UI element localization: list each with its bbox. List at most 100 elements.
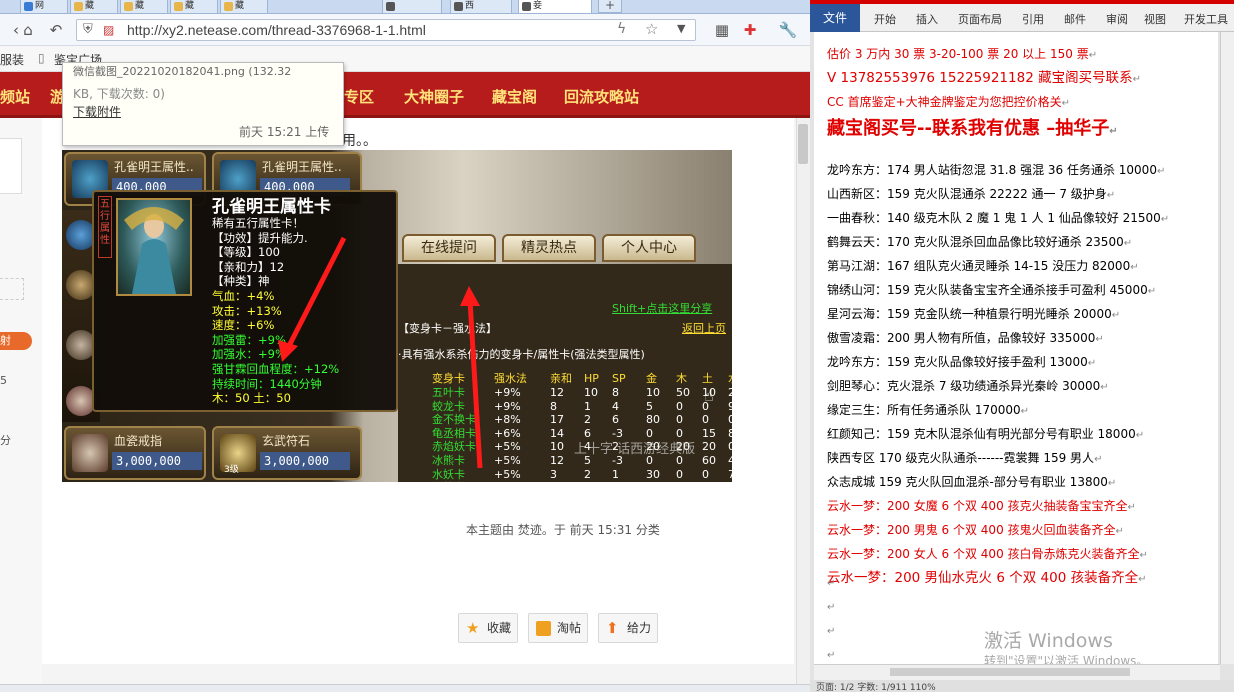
browser-tab[interactable]: 藏 [70, 0, 118, 14]
document-line: 鹤舞云天：170 克火队混杀回血品像比较好通杀 23500↵ [827, 234, 1132, 252]
paragraph-mark: ↵ [1147, 286, 1157, 297]
document-line: 一曲春秋：140 级克木队 2 魔 1 鬼 1 人 1 仙品像较好 21500↵ [827, 210, 1169, 228]
paragraph-mark: ↵ [1135, 430, 1145, 441]
document-line-text: V 13782553976 15225921182 藏宝阁买号联系 [827, 70, 1133, 86]
favorite-button[interactable]: ★ 收藏 [458, 613, 518, 643]
document-line: 云水一梦：200 男仙水克火 6 个双 400 孩装备齐全↵ [827, 570, 1146, 588]
document-line-text: 云水一梦：200 女人 6 个双 400 孩白骨赤炼克火装备齐全 [827, 547, 1140, 561]
document-line: CC 首席鉴定+大神金牌鉴定为您把控价格关↵ [827, 94, 1070, 112]
attachment-popup: 微信截图_20221020182041.png (132.32 KB, 下载次数… [62, 62, 344, 146]
paragraph-mark: ↵ [1132, 74, 1141, 85]
arrow-up-icon: ⬆ [606, 619, 619, 637]
document-line: 藏宝阁买号--联系我有优惠 –抽华子↵ [827, 118, 1118, 143]
star-icon: ★ [466, 619, 480, 637]
support-button[interactable]: ⬆ 给力 [598, 613, 658, 643]
address-bar[interactable]: ⛨ ▨ http://xy2.netease.com/thread-337696… [76, 19, 696, 41]
word-window: 文件 开始 插入 页面布局 引用 邮件 审阅 视图 开发工具 估价 3 万内 3… [810, 0, 1234, 693]
paragraph-mark: ↵ [827, 626, 836, 637]
browser-tab[interactable]: 藏 [220, 0, 268, 14]
document-line: 云水一梦：200 女人 6 个双 400 孩白骨赤炼克火装备齐全↵ [827, 546, 1148, 564]
document-line-text: 陕西专区 170 级克火队通杀------霓裳舞 159 男人 [827, 451, 1095, 465]
paragraph-mark: ↵ [1088, 50, 1098, 61]
paragraph-mark: ↵ [1020, 406, 1030, 417]
lightning-icon[interactable]: ϟ [617, 21, 626, 37]
browser-tab[interactable]: 藏 [170, 0, 218, 14]
document-line-text: 龙吟东方：174 男人站街忽混 31.8 强混 36 任务通杀 10000 [827, 163, 1157, 177]
bookmark-item[interactable]: 服装 [0, 51, 24, 68]
undo-icon[interactable]: ↶ [46, 20, 66, 40]
collect-thread-button[interactable]: 淘帖 [528, 613, 588, 643]
site-nav-item[interactable]: 专区 [344, 86, 374, 107]
side-panel [0, 138, 22, 194]
side-badge[interactable]: 射 [0, 332, 32, 350]
document-line: 傲雪凌霜：200 男人物有所值，品像较好 335000↵ [827, 330, 1104, 348]
game-screenshot[interactable]: 孔雀明王属性.. 400,000 孔雀明王属性.. 400,000 血瓷戒指 3… [62, 150, 732, 482]
paragraph-mark: ↵ [1094, 454, 1103, 465]
paragraph-mark: ↵ [1095, 334, 1104, 345]
red-arrow-icon [278, 236, 347, 362]
paragraph-mark: ↵ [1139, 550, 1148, 561]
site-favicon-icon [224, 2, 233, 11]
document-line-text: 估价 3 万内 30 票 3-20-100 票 20 以上 150 票 [827, 47, 1089, 61]
tab-developer[interactable]: 开发工具 [1184, 11, 1228, 27]
document-line-text: 星河云海：159 克金队统一种植景行明光睡杀 20000 [827, 307, 1112, 321]
tab-file[interactable]: 文件 [810, 4, 860, 32]
hscroll-thumb[interactable] [890, 668, 1130, 676]
site-nav-item[interactable]: 大神圈子 [404, 86, 464, 107]
document-line: 第马江湖：167 组队克火通灵睡杀 14-15 没压力 82000↵ [827, 258, 1139, 276]
document-page[interactable]: 估价 3 万内 30 票 3-20-100 票 20 以上 150 票↵ V 13… [814, 32, 1218, 664]
page-scrollbar[interactable] [796, 118, 810, 692]
site-nav-item[interactable]: 频站 [0, 86, 30, 107]
download-attachment-link[interactable]: 下载附件 [73, 103, 121, 120]
tab-mailings[interactable]: 邮件 [1064, 11, 1086, 27]
document-line-text: 剑胆琴心：克火混杀 7 级功绩通杀异光秦岭 30000 [827, 379, 1101, 393]
star-icon[interactable]: ☆ [645, 20, 658, 38]
basket-icon [536, 621, 551, 636]
browser-tab[interactable]: 藏 [120, 0, 168, 14]
paragraph-mark: ↵ [1087, 358, 1097, 369]
camera-icon [522, 2, 531, 11]
site-favicon-icon [74, 2, 83, 11]
document-line: 锦绣山河：159 克火队装备宝宝齐全通杀接手可盈利 45000↵ [827, 282, 1156, 300]
document-line-text: 云水一梦：200 女魔 6 个双 400 孩克火抽装备宝宝齐全 [827, 499, 1128, 513]
site-favicon-icon [174, 2, 183, 11]
site-nav-item[interactable]: 藏宝阁 [492, 86, 537, 107]
browser-tab-active[interactable]: 妾 [518, 0, 592, 14]
shield-icon: ⛨ [83, 22, 93, 37]
new-tab-button[interactable]: + [598, 0, 622, 13]
browser-tab[interactable]: 西 [450, 0, 512, 14]
browser-window: 网 藏 藏 藏 藏 西 妾 + ‹ ⌂ ↶ ⛨ ▨ http://xy2.net… [0, 0, 810, 692]
paragraph-mark: ↵ [1106, 190, 1116, 201]
site-nav-item[interactable]: 回流攻略站 [564, 86, 639, 107]
tab-insert[interactable]: 插入 [916, 11, 938, 27]
document-line: 缘定三生：所有任务通杀队 170000↵ [827, 402, 1029, 420]
tab-home[interactable]: 开始 [874, 11, 896, 27]
wrench-icon[interactable]: 🔧 [778, 20, 798, 40]
paragraph-mark: ↵ [1061, 98, 1071, 109]
gamepad-icon[interactable]: ✚ [740, 20, 760, 40]
chevron-down-icon[interactable]: ▼ [677, 22, 685, 35]
paragraph-mark: ↵ [827, 578, 836, 589]
document-vscrollbar[interactable] [1220, 32, 1234, 664]
grid-icon[interactable]: ▦ [712, 20, 732, 40]
paragraph-mark: ↵ [1130, 262, 1139, 273]
camera-icon [386, 2, 395, 11]
browser-tab[interactable] [382, 0, 442, 14]
document-line-text: CC 首席鉴定+大神金牌鉴定为您把控价格关 [827, 95, 1062, 109]
tab-page-layout[interactable]: 页面布局 [958, 11, 1002, 27]
browser-tab[interactable]: 网 [20, 0, 68, 14]
red-arrow-icon [460, 286, 483, 469]
camera-icon [454, 2, 463, 11]
tab-review[interactable]: 审阅 [1106, 11, 1128, 27]
tab-bar: 网 藏 藏 藏 藏 西 妾 + [0, 0, 810, 14]
tab-references[interactable]: 引用 [1022, 11, 1044, 27]
document-line-text: 第马江湖：167 组队克火通灵睡杀 14-15 没压力 82000 [827, 259, 1131, 273]
home-icon[interactable]: ⌂ [18, 20, 38, 40]
attachment-filename: 微信截图_20221020182041.png (132.32 [73, 65, 292, 78]
document-line-text: 藏宝阁买号--联系我有优惠 –抽华子 [827, 118, 1110, 139]
url-text[interactable]: http://xy2.netease.com/thread-3376968-1-… [127, 22, 426, 38]
tab-view[interactable]: 视图 [1144, 11, 1166, 27]
scrollbar-thumb[interactable] [798, 124, 808, 164]
paragraph-mark: ↵ [1156, 166, 1166, 177]
document-line-text: 傲雪凌霜：200 男人物有所值，品像较好 335000 [827, 331, 1096, 345]
